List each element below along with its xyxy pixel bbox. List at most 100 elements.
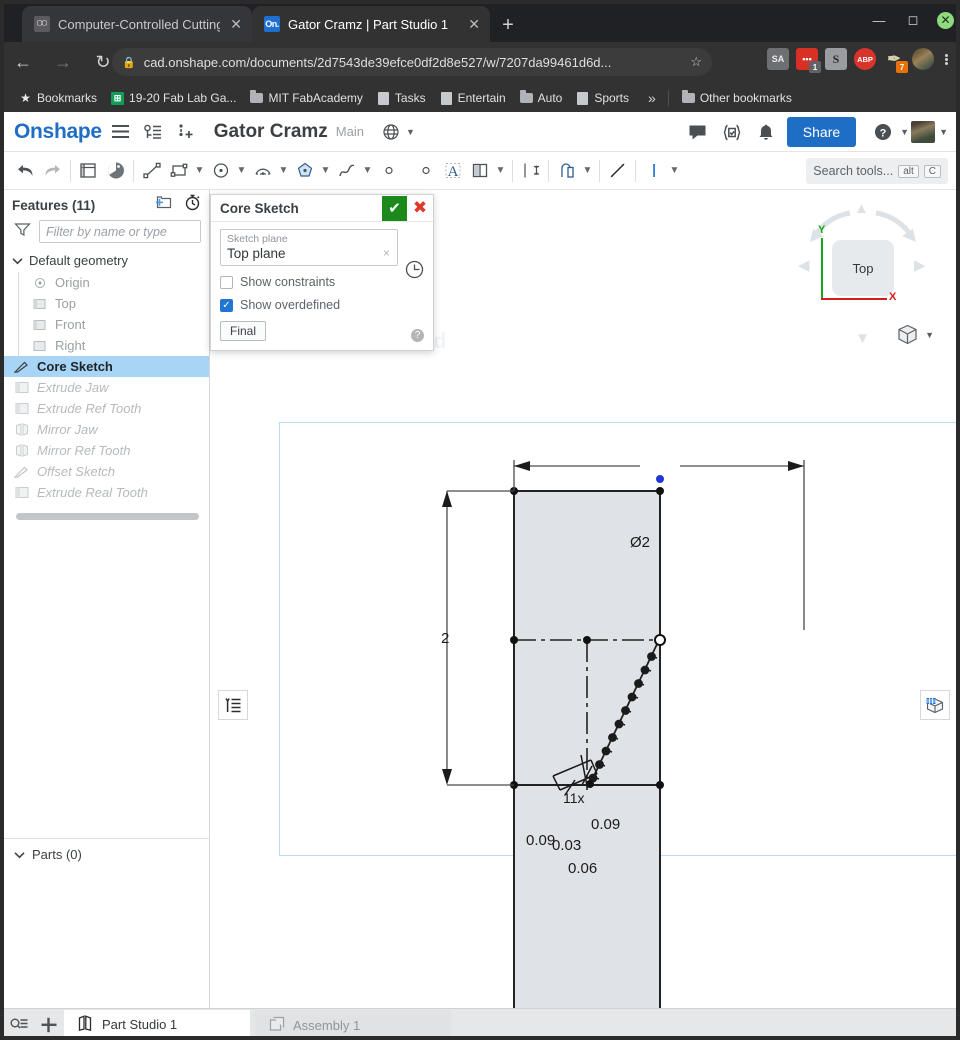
forward-icon[interactable]: → <box>46 45 80 79</box>
new-tab-button[interactable]: + <box>495 12 521 38</box>
help-chevron-down-icon[interactable]: ▼ <box>900 127 909 137</box>
profile-avatar[interactable] <box>912 48 934 70</box>
globe-icon[interactable] <box>378 119 404 145</box>
dimension-label-diameter[interactable]: Ø2 <box>630 534 650 551</box>
dimension-label-b[interactable]: 0.09 <box>526 832 555 849</box>
circle-chevron-down-icon[interactable]: ▼ <box>234 157 249 184</box>
dimension-tool-icon[interactable] <box>517 157 544 184</box>
final-button[interactable]: Final <box>220 321 267 341</box>
dimension-label-c[interactable]: 0.03 <box>552 837 581 854</box>
view-rotate-left-icon[interactable]: ◀ <box>798 256 810 274</box>
tree-item-extrude-jaw[interactable]: Extrude Jaw <box>4 377 209 398</box>
tree-item-core-sketch[interactable]: Core Sketch <box>4 356 209 377</box>
tab-close-icon[interactable]: ✕ <box>228 16 244 33</box>
arc-tool-icon[interactable] <box>249 157 276 184</box>
dialog-cancel-button[interactable]: ✖ <box>407 196 433 221</box>
browser-tab-0[interactable]: ▢▢ Computer-Controlled Cutting ✕ <box>22 6 252 42</box>
help-icon[interactable]: ? <box>870 119 896 145</box>
add-tab-button[interactable] <box>34 1010 64 1040</box>
transform-chevron-down-icon[interactable]: ▼ <box>580 157 595 184</box>
dimension-label-height[interactable]: 2 <box>441 630 449 647</box>
dimension-label-pattern-count[interactable]: 11x <box>563 790 585 806</box>
bookmark-item-fabacademy[interactable]: MIT FabAcademy <box>243 88 369 108</box>
features-horizontal-scrollbar[interactable] <box>16 513 199 520</box>
polygon-chevron-down-icon[interactable]: ▼ <box>318 157 333 184</box>
notification-bell-icon[interactable] <box>753 119 779 145</box>
bookmark-item-bookmarks[interactable]: ★ Bookmarks <box>12 88 104 108</box>
trim-tool-icon[interactable] <box>604 157 631 184</box>
document-tab-assembly-1[interactable]: Assembly 1 <box>255 1010 451 1040</box>
show-overdefined-row[interactable]: ✓ Show overdefined <box>220 298 424 312</box>
features-filter-input[interactable]: Filter by name or type <box>39 220 201 243</box>
bookmark-item-tasks[interactable]: Tasks <box>370 88 433 108</box>
spline-chevron-down-icon[interactable]: ▼ <box>360 157 375 184</box>
text-tool-icon[interactable]: A <box>439 157 466 184</box>
point-tool-icon[interactable] <box>375 157 402 184</box>
adblock-extension-icon[interactable]: ABP <box>854 48 876 70</box>
rollback-timer-icon[interactable] <box>184 194 201 216</box>
core-sketch-dialog[interactable]: Core Sketch ✔ ✖ Sketch plane Top plane ×… <box>210 194 434 351</box>
tree-item-origin[interactable]: Origin <box>4 272 209 293</box>
filter-icon[interactable] <box>14 222 31 242</box>
tree-item-mirror-jaw[interactable]: Mirror Jaw <box>4 419 209 440</box>
display-style-button[interactable]: ▼ <box>897 324 934 345</box>
tree-item-mirror-ref-tooth[interactable]: Mirror Ref Tooth <box>4 440 209 461</box>
appearance-panel-button[interactable] <box>920 690 950 720</box>
tree-group-default-geometry[interactable]: Default geometry <box>4 249 209 272</box>
dialog-help-icon[interactable]: ? <box>411 329 424 342</box>
show-constraints-checkbox[interactable] <box>220 275 233 289</box>
sketch-plane-field[interactable]: Sketch plane Top plane × <box>220 229 398 266</box>
sketch-plane-icon[interactable] <box>102 157 129 184</box>
notes-extension-icon[interactable]: ••• 1 <box>796 48 821 73</box>
tab-close-icon[interactable]: ✕ <box>466 16 482 33</box>
construction-line-icon[interactable] <box>640 157 667 184</box>
bookmarks-overflow-icon[interactable]: » <box>642 90 662 106</box>
new-folder-icon[interactable] <box>155 195 172 215</box>
mirror-tool-icon[interactable] <box>466 157 493 184</box>
redo-icon[interactable] <box>39 157 66 184</box>
spline-tool-icon[interactable] <box>333 157 360 184</box>
workspace-name[interactable]: Main <box>336 124 364 139</box>
sa-extension-icon[interactable]: SA <box>767 48 789 70</box>
bookmark-item-sports[interactable]: Sports <box>569 88 636 108</box>
transform-tool-icon[interactable] <box>553 157 580 184</box>
arc-chevron-down-icon[interactable]: ▼ <box>276 157 291 184</box>
window-close-icon[interactable]: ✕ <box>937 11 954 29</box>
bookmark-star-icon[interactable]: ☆ <box>690 54 702 70</box>
show-constraints-row[interactable]: Show constraints <box>220 275 424 289</box>
view-rotate-arc-icons[interactable] <box>788 204 938 244</box>
view-rotate-down-icon[interactable]: ▼ <box>855 330 870 347</box>
other-bookmarks-button[interactable]: Other bookmarks <box>675 88 799 108</box>
point-tool-icon-2[interactable] <box>412 157 439 184</box>
kebab-menu-icon[interactable] <box>941 53 952 65</box>
show-overdefined-checkbox[interactable]: ✓ <box>220 298 233 312</box>
onshape-logo[interactable]: Onshape <box>14 120 102 144</box>
tasks-icon[interactable] <box>719 119 745 145</box>
back-icon[interactable]: ← <box>6 45 40 79</box>
tree-item-top[interactable]: Top <box>4 293 209 314</box>
s-extension-icon[interactable]: S <box>825 48 847 70</box>
shapes-extension-icon[interactable]: ✒ 7 <box>883 48 908 73</box>
dimension-label-d[interactable]: 0.06 <box>568 860 597 877</box>
rectangle-tool-icon[interactable] <box>165 157 192 184</box>
search-tools-input[interactable]: Search tools... alt C <box>806 158 948 184</box>
feature-list-icon[interactable] <box>140 119 166 145</box>
line-tool-icon[interactable] <box>138 157 165 184</box>
tree-item-extrude-real-tooth[interactable]: Extrude Real Tooth <box>4 482 209 503</box>
undo-icon[interactable] <box>12 157 39 184</box>
document-tab-part-studio-1[interactable]: Part Studio 1 <box>64 1010 250 1040</box>
rectangle-chevron-down-icon[interactable]: ▼ <box>192 157 207 184</box>
tab-manager-icon[interactable] <box>4 1010 34 1040</box>
address-bar[interactable]: 🔒 cad.onshape.com/documents/2d7543de39ef… <box>112 48 712 76</box>
parts-section-header[interactable]: Parts (0) <box>4 839 210 870</box>
view-cube[interactable]: ▲ ◀ ▶ Top Y X <box>788 198 938 328</box>
insert-icon[interactable] <box>172 119 198 145</box>
document-title[interactable]: Gator Cramz <box>214 121 328 143</box>
share-button[interactable]: Share <box>786 117 857 147</box>
dialog-accept-button[interactable]: ✔ <box>382 195 407 221</box>
globe-chevron-down-icon[interactable]: ▼ <box>406 127 415 137</box>
dimension-label-a[interactable]: 0.09 <box>591 816 620 833</box>
account-chevron-down-icon[interactable]: ▼ <box>939 127 948 137</box>
tree-item-offset-sketch[interactable]: Offset Sketch <box>4 461 209 482</box>
tree-item-front[interactable]: Front <box>4 314 209 335</box>
